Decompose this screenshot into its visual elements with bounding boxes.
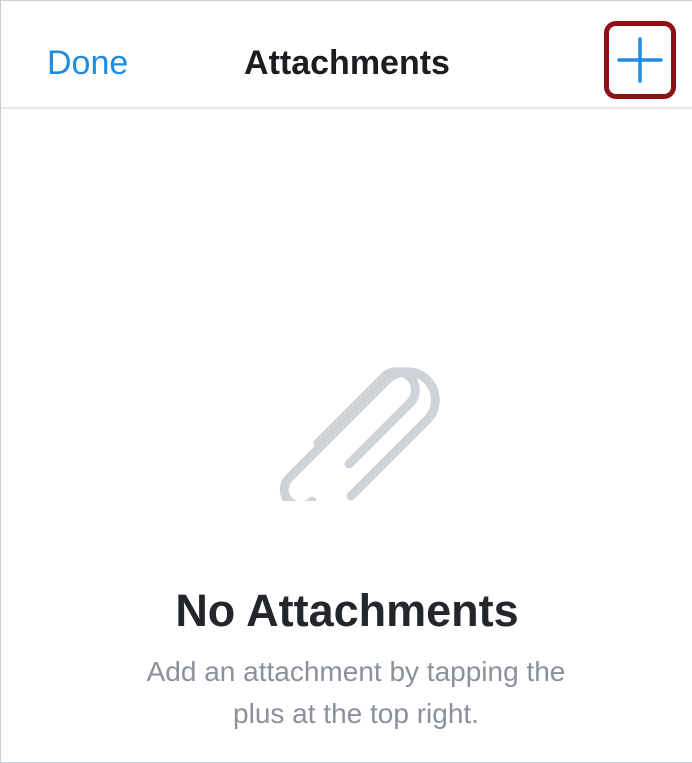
done-button[interactable]: Done <box>47 41 128 85</box>
plus-icon <box>617 37 663 83</box>
attachments-screen: Done Attachments No Attachments Add an a… <box>0 0 692 763</box>
navigation-bar: Done Attachments <box>1 1 692 109</box>
empty-state-title: No Attachments <box>175 585 519 636</box>
add-attachment-button[interactable] <box>604 21 676 99</box>
empty-state-message: Add an attachment by tapping the plus at… <box>146 656 566 729</box>
paperclip-icon <box>263 341 453 511</box>
